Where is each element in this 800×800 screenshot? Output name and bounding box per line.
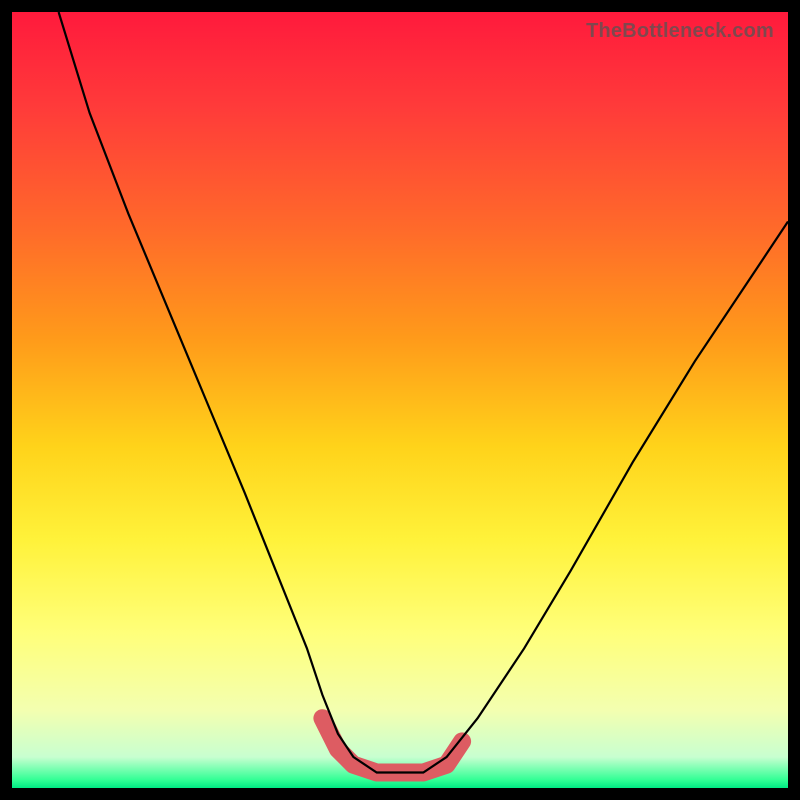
curve-highlight bbox=[322, 718, 462, 772]
curve-main bbox=[59, 12, 788, 773]
chart-svg bbox=[12, 12, 788, 788]
plot-area: TheBottleneck.com bbox=[12, 12, 788, 788]
chart-frame: TheBottleneck.com bbox=[0, 0, 800, 800]
